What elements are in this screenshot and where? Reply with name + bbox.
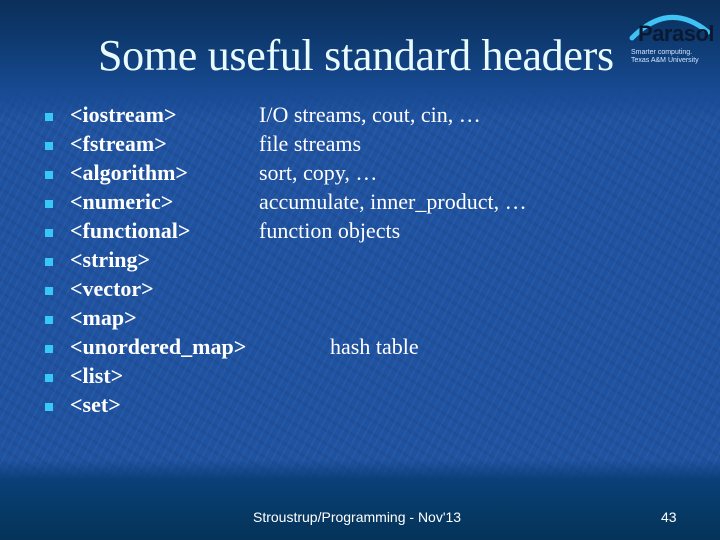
bullet-square-icon xyxy=(45,287,53,295)
list-item: <list> xyxy=(0,363,720,392)
bullet-square-icon xyxy=(45,229,53,237)
header-name: <fstream> xyxy=(70,131,167,156)
list-item: <string> xyxy=(0,247,720,276)
bullet-square-icon xyxy=(45,258,53,266)
list-item: <vector> xyxy=(0,276,720,305)
header-description: I/O streams, cout, cin, … xyxy=(259,102,481,127)
bullet-square-icon xyxy=(45,403,53,411)
header-name: <string> xyxy=(70,247,151,272)
list-item: <map> xyxy=(0,305,720,334)
header-description: sort, copy, … xyxy=(259,160,378,185)
header-description: file streams xyxy=(259,131,362,156)
list-item: <set> xyxy=(0,392,720,421)
header-description: accumulate, inner_product, … xyxy=(259,189,527,214)
list-item: <algorithm> sort, copy, … xyxy=(0,160,720,189)
page-number: 43 xyxy=(661,509,677,525)
parasol-logo: Parasol Smarter computing. Texas A&M Uni… xyxy=(624,6,715,72)
bullet-square-icon xyxy=(45,113,53,121)
logo-affiliation: Texas A&M University xyxy=(631,57,699,64)
slide: Some useful standard headers Parasol Sma… xyxy=(0,0,720,540)
header-name: <unordered_map> xyxy=(70,334,247,359)
list-item: <unordered_map> hash table xyxy=(0,334,720,363)
logo-wordmark: Parasol xyxy=(638,21,715,46)
header-name: <functional> xyxy=(70,218,191,243)
slide-footer: Stroustrup/Programming - Nov'13 xyxy=(253,509,462,525)
header-name: <algorithm> xyxy=(70,160,188,185)
list-item: <iostream> I/O streams, cout, cin, … xyxy=(0,102,720,131)
header-name: <map> xyxy=(70,305,137,330)
list-item: <functional> function objects xyxy=(0,218,720,247)
slide-title: Some useful standard headers xyxy=(98,31,614,80)
header-name: <iostream> xyxy=(70,102,177,127)
logo-tagline: Smarter computing. xyxy=(631,49,693,56)
header-name: <set> xyxy=(70,392,121,417)
header-description: function objects xyxy=(259,218,401,243)
header-name: <numeric> xyxy=(70,189,174,214)
bullet-square-icon xyxy=(45,316,53,324)
header-description: hash table xyxy=(330,334,419,359)
header-name: <vector> xyxy=(70,276,154,301)
header-name: <list> xyxy=(70,363,124,388)
bullet-square-icon xyxy=(45,200,53,208)
list-item: <numeric> accumulate, inner_product, … xyxy=(0,189,720,218)
bullet-square-icon xyxy=(45,142,53,150)
bullet-square-icon xyxy=(45,345,53,353)
bullet-square-icon xyxy=(45,374,53,382)
bullet-square-icon xyxy=(45,171,53,179)
list-item: <fstream> file streams xyxy=(0,131,720,160)
